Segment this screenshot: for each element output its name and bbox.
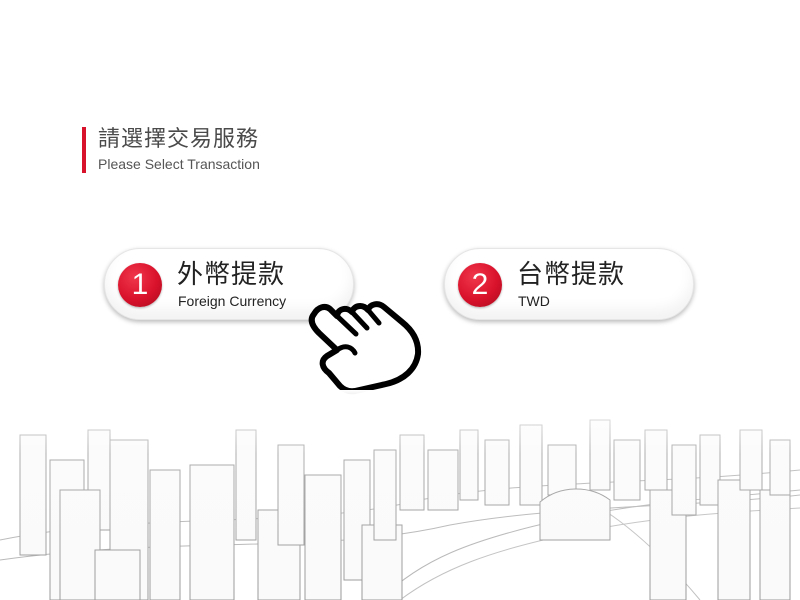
twd-withdrawal-button[interactable]: 2 台幣提款 TWD — [444, 248, 694, 320]
option-label-en: TWD — [518, 293, 550, 309]
option-number-badge: 2 — [458, 263, 502, 307]
page-subtitle: Please Select Transaction — [98, 156, 260, 172]
option-label-en: Foreign Currency — [178, 293, 287, 309]
option-label-zh: 外幣提款 — [177, 260, 286, 290]
page-header: 請選擇交易服務 Please Select Transaction — [82, 127, 260, 173]
page-title: 請選擇交易服務 — [98, 127, 260, 152]
option-number-badge: 1 — [118, 263, 162, 307]
pointing-hand-icon — [308, 301, 422, 395]
city-skyline-illustration — [0, 390, 800, 600]
option-label-zh: 台幣提款 — [517, 260, 626, 290]
